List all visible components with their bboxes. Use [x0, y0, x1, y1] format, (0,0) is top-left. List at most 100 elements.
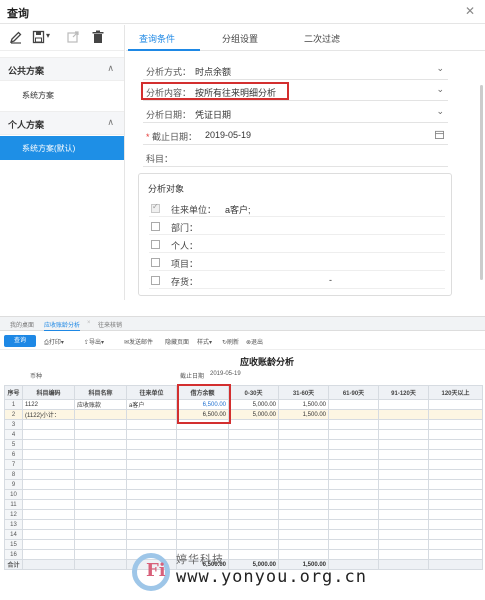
deadline-label: 截止日期 [180, 374, 205, 380]
checkbox[interactable] [151, 258, 160, 267]
table-row[interactable]: 12 [4, 509, 483, 520]
report-tabs: 我的桌面 应收账龄分析 × 往来核销 [0, 317, 485, 331]
style-button[interactable]: 样式▾ [197, 337, 212, 346]
export-button[interactable]: ⇪导出▾ [84, 337, 104, 346]
scheme-item-system-default[interactable]: 系统方案(默认) [0, 136, 124, 160]
checkbox[interactable] [151, 240, 160, 249]
save-dropdown-icon[interactable]: ▾ [46, 31, 50, 40]
close-icon[interactable]: ✕ [465, 4, 475, 18]
object-row-inventory[interactable]: 存货： - [149, 272, 445, 289]
tab-query-conditions[interactable]: 查询条件 [139, 32, 175, 45]
table-row[interactable]: 11 [4, 499, 483, 510]
watermark: Fi 婷华科技 www.yonyou.org.cn [132, 551, 372, 597]
scheme-pane: ▾ 公共方案 ∧ 系统方案 个人方案 ∧ 系统方案(默认) [0, 25, 125, 300]
field-value: 2019-05-19 [205, 130, 252, 140]
table-row[interactable]: 9 [4, 479, 483, 490]
table-row[interactable]: 13 [4, 519, 483, 530]
column-header[interactable]: 61-90天 [328, 385, 379, 400]
checkbox[interactable] [151, 222, 160, 231]
subtotal-row[interactable]: 2 (1122)小计： 6,500.00 5,000.00 1,500.00 [4, 409, 483, 420]
chevron-down-icon[interactable]: ⌄ [436, 106, 444, 117]
object-row-person[interactable]: 个人： [149, 236, 445, 253]
column-header[interactable]: 科目编码 [22, 385, 75, 400]
checkbox[interactable] [151, 276, 160, 285]
table-row[interactable]: 10 [4, 489, 483, 500]
table-cell [278, 509, 329, 520]
table-cell [278, 499, 329, 510]
table-cell [428, 539, 483, 550]
table-row[interactable]: 5 [4, 439, 483, 450]
table-cell [378, 549, 429, 560]
row-label: 项目： [171, 259, 199, 269]
table-cell [378, 459, 429, 470]
scrollbar[interactable] [480, 85, 483, 280]
object-row-department[interactable]: 部门： [149, 218, 445, 235]
chevron-down-icon[interactable]: ⌄ [436, 84, 444, 95]
query-button[interactable]: 查询 [4, 335, 36, 347]
table-cell [126, 509, 177, 520]
column-header[interactable]: 序号 [4, 385, 23, 400]
table-row[interactable]: 6 [4, 449, 483, 460]
column-header[interactable]: 91-120天 [378, 385, 429, 400]
edit-icon[interactable] [9, 30, 23, 44]
field-label: 分析日期： [146, 110, 192, 120]
table-cell [126, 499, 177, 510]
tab-aging-analysis[interactable]: 应收账龄分析 [44, 320, 81, 331]
table-row[interactable]: 14 [4, 529, 483, 540]
scheme-item-system[interactable]: 系统方案 [0, 83, 124, 107]
exit-button[interactable]: ⊗退出 [246, 337, 263, 346]
cell-31-60: 1,500.00 [278, 399, 329, 410]
column-header[interactable]: 0-30天 [228, 385, 279, 400]
row-number: 8 [4, 469, 23, 480]
object-row-unit[interactable]: 往来单位： a客户; [149, 200, 445, 217]
table-cell [228, 499, 279, 510]
subject-input[interactable]: 科目： [143, 149, 448, 167]
table-cell [378, 469, 429, 480]
table-row[interactable]: 15 [4, 539, 483, 550]
deadline-date-input[interactable]: * 截止日期： 2019-05-19 [143, 127, 448, 145]
tab-secondary-filter[interactable]: 二次过滤 [304, 32, 340, 45]
column-header[interactable]: 往来单位 [126, 385, 177, 400]
delete-icon[interactable] [91, 30, 105, 44]
table-row[interactable]: 4 [4, 429, 483, 440]
close-icon[interactable]: × [87, 320, 91, 326]
table-cell [22, 479, 75, 490]
table-cell [176, 469, 229, 480]
chevron-down-icon[interactable]: ⌄ [436, 63, 444, 74]
table-row[interactable]: 8 [4, 469, 483, 480]
table-cell [22, 509, 75, 520]
table-row[interactable]: 7 [4, 459, 483, 470]
scheme-item-label: 系统方案 [22, 91, 54, 100]
tab-my-desktop[interactable]: 我的桌面 [10, 320, 34, 329]
hide-page-button[interactable]: 隐藏页面 [165, 337, 189, 346]
group-personal-schemes[interactable]: 个人方案 ∧ [0, 111, 124, 135]
row-number: 13 [4, 519, 23, 530]
cell-61-90 [328, 409, 379, 420]
print-button[interactable]: ⎙打印▾ [44, 337, 64, 347]
table-cell [328, 479, 379, 490]
analysis-date-select[interactable]: 分析日期： 凭证日期 ⌄ [143, 105, 448, 123]
dialog-header: 查询 ✕ [0, 0, 485, 24]
calendar-icon[interactable] [435, 130, 444, 139]
table-header: 序号 科目编码 科目名称 往来单位 借方余额 0-30天 31-60天 61-9… [4, 385, 483, 400]
table-cell [228, 479, 279, 490]
table-cell [328, 429, 379, 440]
column-header[interactable]: 120天以上 [428, 385, 483, 400]
table-row[interactable]: 1 1122 应收账款 a客户 6,500.00 5,000.00 1,500.… [4, 399, 483, 410]
tab-reconciliation[interactable]: 往来核销 [98, 320, 122, 329]
refresh-button[interactable]: ↻刷新 [222, 337, 239, 346]
send-mail-button[interactable]: ✉发送邮件 [124, 337, 153, 346]
column-header[interactable]: 31-60天 [278, 385, 329, 400]
table-cell [328, 519, 379, 530]
column-header[interactable]: 科目名称 [74, 385, 127, 400]
cell-0-30: 5,000.00 [228, 409, 279, 420]
table-row[interactable]: 3 [4, 419, 483, 430]
tab-group-settings[interactable]: 分组设置 [222, 32, 258, 45]
save-icon[interactable] [32, 30, 46, 44]
analysis-method-select[interactable]: 分析方式： 时点余额 ⌄ [143, 62, 448, 80]
group-public-schemes[interactable]: 公共方案 ∧ [0, 57, 124, 81]
chevron-up-icon[interactable]: ∧ [107, 117, 114, 128]
chevron-up-icon[interactable]: ∧ [107, 63, 114, 74]
checkbox[interactable] [151, 202, 160, 213]
object-row-project[interactable]: 项目： [149, 254, 445, 271]
